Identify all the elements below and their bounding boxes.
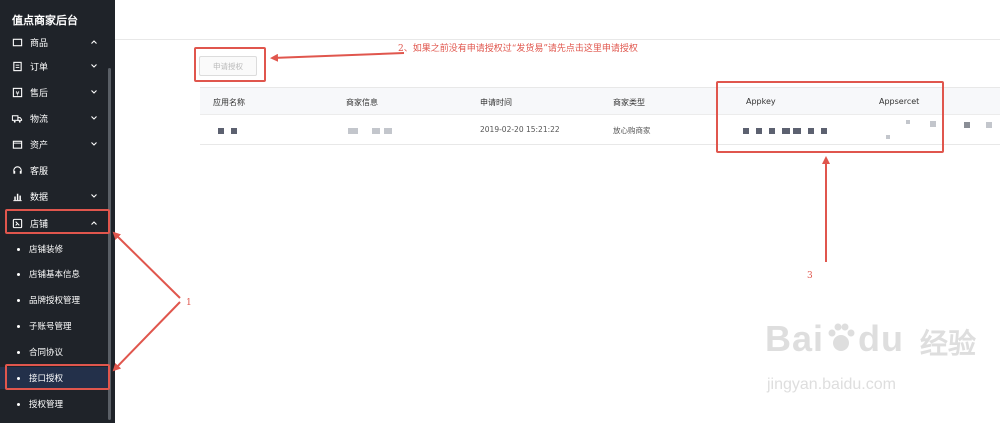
page: 值点商家后台 商品 订单 ¥ 售后 物流 资产 客服 数据 店铺 店铺装修 店铺… <box>0 0 1000 423</box>
watermark-cn-text: 经验 <box>920 328 977 359</box>
paw-icon <box>828 323 855 351</box>
annotation-1: 1 <box>186 298 192 308</box>
watermark-logo-suffix: du <box>858 318 905 359</box>
watermark-url: jingyan.baidu.com <box>767 376 896 393</box>
annotation-2: 2、如果之前没有申请授权过“发货易”请先点击这里申请授权 <box>398 44 638 54</box>
annotation-3: 3 <box>807 271 813 281</box>
watermark-logo-text: Bai <box>765 318 825 359</box>
